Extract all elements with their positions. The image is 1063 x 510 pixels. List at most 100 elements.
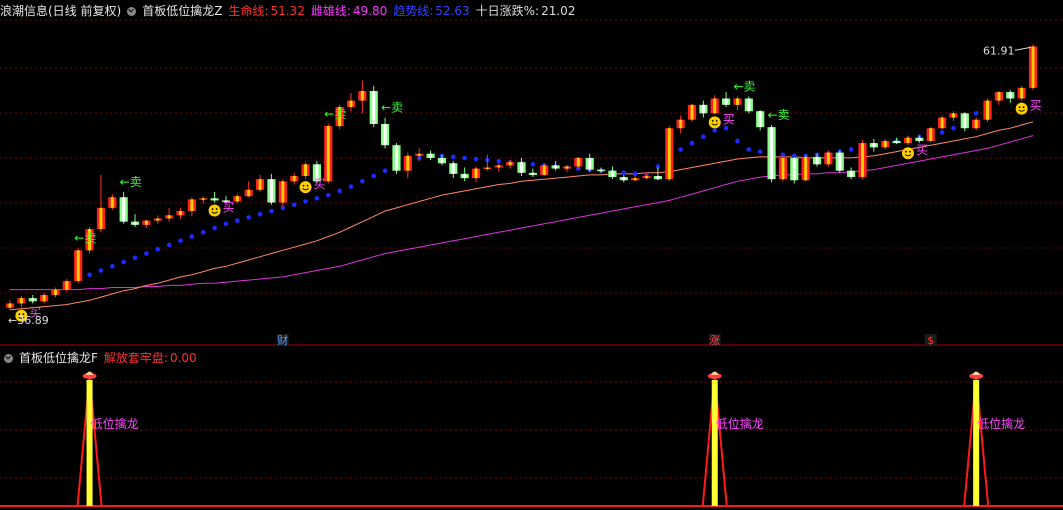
candle[interactable] xyxy=(824,150,833,167)
candle[interactable] xyxy=(619,174,628,183)
candle[interactable] xyxy=(471,166,481,183)
candle[interactable] xyxy=(483,154,492,171)
candle[interactable] xyxy=(17,296,26,308)
candle[interactable] xyxy=(449,161,458,179)
candle[interactable] xyxy=(722,92,731,107)
candle[interactable] xyxy=(733,96,742,111)
candle[interactable] xyxy=(903,135,913,146)
sub-indicator-name[interactable]: 首板低位擒龙F xyxy=(19,351,98,365)
candle[interactable] xyxy=(915,135,924,144)
candle[interactable] xyxy=(324,123,333,184)
candle[interactable] xyxy=(40,292,49,304)
candle[interactable] xyxy=(881,138,890,150)
candle[interactable] xyxy=(51,287,60,298)
candle[interactable] xyxy=(744,96,753,114)
candle[interactable] xyxy=(119,191,128,224)
smiley-face xyxy=(708,116,721,129)
candle[interactable] xyxy=(1017,85,1026,101)
candle[interactable] xyxy=(756,110,765,131)
candle[interactable] xyxy=(540,163,549,176)
candle[interactable] xyxy=(585,153,594,172)
dropdown-icon[interactable] xyxy=(4,354,13,363)
candle[interactable] xyxy=(596,167,606,173)
candle[interactable] xyxy=(187,197,196,217)
candle[interactable] xyxy=(574,156,583,169)
candle[interactable] xyxy=(1028,44,1038,90)
candle[interactable] xyxy=(381,117,390,149)
candle[interactable] xyxy=(415,148,424,162)
candle[interactable] xyxy=(653,167,662,181)
candle[interactable] xyxy=(267,173,276,205)
candle[interactable] xyxy=(960,112,969,132)
candle[interactable] xyxy=(290,172,299,185)
candle[interactable] xyxy=(346,93,356,112)
candle[interactable] xyxy=(858,139,867,180)
candle[interactable] xyxy=(687,103,697,122)
candle-core xyxy=(701,104,705,114)
candle[interactable] xyxy=(528,168,537,178)
candle[interactable] xyxy=(835,150,844,173)
candle[interactable] xyxy=(801,154,810,182)
candle[interactable] xyxy=(983,98,992,122)
candle-core xyxy=(485,167,489,170)
candle[interactable] xyxy=(153,215,162,224)
candle[interactable] xyxy=(972,117,981,131)
candle[interactable] xyxy=(767,125,776,183)
candle[interactable] xyxy=(665,126,674,182)
candle[interactable] xyxy=(74,248,83,284)
candle[interactable] xyxy=(244,181,253,198)
candle-core xyxy=(633,178,637,181)
indicator-name[interactable]: 首板低位擒龙Z xyxy=(142,4,222,18)
candle[interactable] xyxy=(403,152,412,179)
candlesticks[interactable] xyxy=(5,44,1038,310)
candle[interactable] xyxy=(812,153,822,167)
candle[interactable] xyxy=(1006,89,1015,103)
candle[interactable] xyxy=(358,80,367,114)
candle[interactable] xyxy=(210,191,219,203)
life-line xyxy=(9,121,1034,311)
candle-core xyxy=(588,157,592,170)
candle[interactable] xyxy=(369,85,378,128)
candle[interactable] xyxy=(937,115,947,130)
candle[interactable] xyxy=(892,137,901,145)
candle[interactable] xyxy=(437,154,447,166)
candle[interactable] xyxy=(517,157,526,176)
candle[interactable] xyxy=(176,207,185,219)
candle[interactable] xyxy=(562,165,572,172)
candle[interactable] xyxy=(460,167,469,182)
candle[interactable] xyxy=(28,294,37,304)
candle[interactable] xyxy=(255,174,265,192)
candle[interactable] xyxy=(790,156,799,184)
candle[interactable] xyxy=(108,194,117,210)
candle[interactable] xyxy=(506,160,515,169)
event-marker[interactable]: 财 xyxy=(276,333,289,347)
candle[interactable] xyxy=(631,176,640,182)
candle[interactable] xyxy=(96,174,106,233)
candle[interactable] xyxy=(869,138,878,152)
sell-signal: ←卖 xyxy=(324,107,346,121)
candle[interactable] xyxy=(165,207,174,222)
event-marker[interactable]: $ xyxy=(924,334,937,347)
event-marker[interactable]: 涨 xyxy=(708,334,721,347)
candle[interactable] xyxy=(392,143,401,174)
candle-core xyxy=(269,179,273,203)
stock-chart[interactable]: ←卖←卖←卖 ←卖←卖←卖买买买买买买61.91←36.89财涨 $ 低位擒龙 低位擒… xyxy=(0,0,1063,510)
dropdown-icon[interactable] xyxy=(127,7,137,16)
candle[interactable] xyxy=(710,95,719,115)
candle[interactable] xyxy=(130,214,140,227)
candle[interactable] xyxy=(301,162,310,180)
candle[interactable] xyxy=(608,166,617,180)
candle[interactable] xyxy=(778,155,788,182)
candle[interactable] xyxy=(426,150,435,161)
candle[interactable] xyxy=(994,91,1003,105)
candle[interactable] xyxy=(142,219,151,229)
candle[interactable] xyxy=(676,115,685,134)
candle[interactable] xyxy=(5,300,15,310)
candle[interactable] xyxy=(926,127,935,143)
candle[interactable] xyxy=(847,167,856,180)
candle[interactable] xyxy=(551,161,560,171)
candle[interactable] xyxy=(199,196,208,204)
candle[interactable] xyxy=(699,100,708,118)
candle[interactable] xyxy=(494,163,503,172)
candle[interactable] xyxy=(642,172,651,180)
